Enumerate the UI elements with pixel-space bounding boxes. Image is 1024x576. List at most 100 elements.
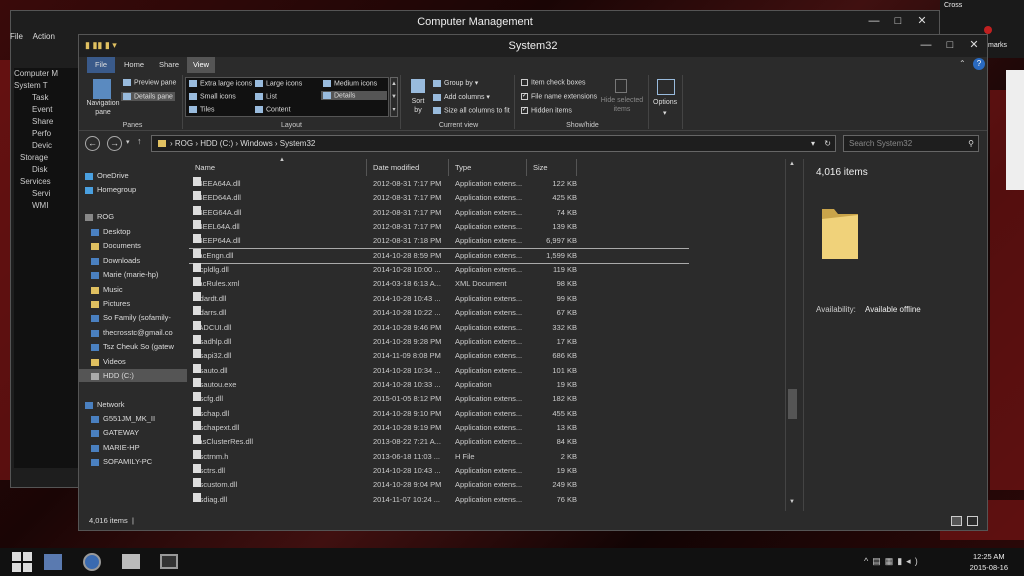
cm-tree-item[interactable]: Services xyxy=(14,176,80,188)
sort-by-button[interactable]: Sort by xyxy=(407,97,429,115)
tab-home[interactable]: Home xyxy=(119,57,149,73)
file-row[interactable]: rascustom.dll 2014-10-28 9:04 PM Applicati… xyxy=(189,478,689,492)
nav-item[interactable]: G551JM_MK_II xyxy=(79,412,187,425)
nav-item[interactable]: Marie (marie-hp) xyxy=(79,268,187,281)
tab-share[interactable]: Share xyxy=(153,57,185,73)
layout-list[interactable]: List xyxy=(255,93,277,100)
forward-button[interactable]: → xyxy=(107,136,122,151)
nav-item[interactable]: Network xyxy=(79,398,187,411)
options-dropdown-icon[interactable]: ▾ xyxy=(663,109,667,117)
background-scrollbar[interactable] xyxy=(1006,70,1024,190)
cm-tree-item[interactable]: System T xyxy=(14,80,80,92)
file-row[interactable]: rasautou.exe 2014-10-28 10:33 ... Applicat… xyxy=(189,377,689,392)
quick-access-toolbar[interactable]: ▮ ▮▮ ▮ ▾ xyxy=(85,40,117,51)
add-columns-button[interactable]: Add columns ▾ xyxy=(433,93,490,101)
nav-item[interactable]: Music xyxy=(79,283,187,296)
file-row[interactable]: rasdiag.dll 2014-11-07 10:24 ... Applicati… xyxy=(189,492,689,507)
file-row[interactable]: raschap.dll 2014-10-28 9:10 PM Application… xyxy=(189,406,689,421)
file-row[interactable]: RacRules.xml 2014-03-18 6:13 A... XML Docu… xyxy=(189,277,689,291)
search-input[interactable]: Search System32 ⚲ xyxy=(843,135,979,152)
hidden-items-checkbox[interactable]: ✓ Hidden items xyxy=(521,107,572,114)
ribbon-collapse-icon[interactable]: ⌃ xyxy=(959,59,966,68)
maximize-button[interactable]: □ xyxy=(939,37,961,53)
file-row[interactable]: RasClusterRes.dll 2013-08-22 7:21 A... App… xyxy=(189,435,689,449)
file-row[interactable]: R4EEG64A.dll 2012-08-31 7:17 PM Applicatio… xyxy=(189,205,689,220)
file-list[interactable]: Name Date modified Type Size ▲ R4EEA64A.… xyxy=(189,157,801,511)
nav-item[interactable]: MARIE-HP xyxy=(79,441,187,454)
options-button[interactable]: Options xyxy=(653,99,677,106)
nav-item[interactable]: ROG xyxy=(79,210,187,223)
nav-item[interactable]: So Family (sofamily- xyxy=(79,311,187,324)
breadcrumb-windows[interactable]: Windows xyxy=(240,139,272,148)
cm-tree-item[interactable]: Task xyxy=(14,92,80,104)
system-tray-icons[interactable]: ^▤▦▮◂) xyxy=(864,556,922,567)
cm-menu-file[interactable]: File xyxy=(10,32,23,41)
file-row[interactable]: rascfg.dll 2015-01-05 8:12 PM Application … xyxy=(189,392,689,406)
file-row[interactable]: raschapext.dll 2014-10-28 9:19 PM Applicat… xyxy=(189,420,689,435)
taskbar-app-remote[interactable] xyxy=(114,550,148,574)
nav-item[interactable]: Videos xyxy=(79,355,187,368)
breadcrumb-system32[interactable]: System32 xyxy=(280,139,316,148)
file-row[interactable]: R4EED64A.dll 2012-08-31 7:17 PM Applicatio… xyxy=(189,191,689,205)
layout-small-icons[interactable]: Small icons xyxy=(189,93,236,100)
nav-item[interactable]: Tsz Cheuk So (gatew xyxy=(79,340,187,353)
cm-tree[interactable]: Computer M System T Task Event Share Per… xyxy=(14,68,80,468)
file-row[interactable]: rasauto.dll 2014-10-28 10:34 ... Applicati… xyxy=(189,363,689,378)
file-row[interactable]: radardt.dll 2014-10-28 10:43 ... Applicati… xyxy=(189,291,689,306)
file-row[interactable]: R4EEA64A.dll 2012-08-31 7:17 PM Applicatio… xyxy=(189,177,689,191)
tab-view[interactable]: View xyxy=(187,57,215,73)
column-header-type[interactable]: Type xyxy=(451,159,527,176)
layout-medium-icons[interactable]: Medium icons xyxy=(323,80,377,87)
taskbar-app-computer-management[interactable] xyxy=(36,550,70,574)
minimize-button[interactable]: — xyxy=(915,37,937,53)
cm-tree-item[interactable]: Event xyxy=(14,104,80,116)
file-row[interactable]: R4EEL64A.dll 2012-08-31 7:17 PM Applicatio… xyxy=(189,220,689,234)
nav-item[interactable]: thecrosstc@gmail.co xyxy=(79,326,187,339)
breadcrumb-hdd[interactable]: HDD (C:) xyxy=(200,139,233,148)
details-pane-button[interactable]: Details pane xyxy=(121,92,175,102)
breadcrumb-rog[interactable]: ROG xyxy=(175,139,193,148)
hide-selected-items-button[interactable]: Hide selected items xyxy=(599,96,645,114)
file-row[interactable]: racpldlg.dll 2014-10-28 10:00 ... Applicat… xyxy=(189,263,689,277)
clock[interactable]: 12:25 AM 2015-08-16 xyxy=(970,551,1008,573)
cm-tree-item[interactable]: Storage xyxy=(14,152,80,164)
tab-file[interactable]: File xyxy=(87,57,115,73)
scroll-down-icon[interactable]: ▼ xyxy=(789,499,795,505)
nav-item[interactable]: Homegroup xyxy=(79,183,187,196)
address-dropdown-icon[interactable]: ▾ xyxy=(811,136,815,151)
up-button[interactable]: ↑ xyxy=(137,136,142,146)
explorer-window[interactable]: System32 ▮ ▮▮ ▮ ▾ — □ ✕ File Home Share … xyxy=(78,34,988,531)
cm-maximize-button[interactable]: □ xyxy=(887,13,909,29)
scroll-thumb[interactable] xyxy=(788,389,797,419)
scroll-up-icon[interactable]: ▲ xyxy=(789,161,795,167)
taskbar-app-globe[interactable] xyxy=(76,550,110,574)
cm-menu-action[interactable]: Action xyxy=(33,32,55,41)
column-header-date[interactable]: Date modified xyxy=(369,159,449,176)
close-button[interactable]: ✕ xyxy=(963,37,985,53)
nav-item[interactable]: Pictures xyxy=(79,297,187,310)
column-header-size[interactable]: Size xyxy=(529,159,577,176)
layout-details[interactable]: Details xyxy=(321,91,387,101)
layout-extra-large-icons[interactable]: Extra large icons xyxy=(189,80,252,87)
nav-item[interactable]: Downloads xyxy=(79,254,187,267)
file-row[interactable]: rasadhlp.dll 2014-10-28 9:28 PM Applicatio… xyxy=(189,334,689,349)
layout-gallery-scroll[interactable]: ▲ ▼ ▾ xyxy=(390,77,398,117)
cm-tree-item[interactable]: Disk xyxy=(14,164,80,176)
nav-item[interactable]: OneDrive xyxy=(79,169,187,182)
cm-tree-item[interactable]: Share xyxy=(14,116,80,128)
file-list-scrollbar[interactable]: ▲ ▼ xyxy=(785,159,799,511)
layout-tiles[interactable]: Tiles xyxy=(189,106,215,113)
start-button[interactable] xyxy=(6,550,40,574)
nav-item[interactable]: Desktop xyxy=(79,225,187,238)
recent-locations-icon[interactable]: ▾ xyxy=(126,138,130,146)
help-icon[interactable]: ? xyxy=(973,58,985,70)
file-row[interactable]: RADCUI.dll 2014-10-28 9:46 PM Application … xyxy=(189,320,689,335)
item-check-boxes-checkbox[interactable]: Item check boxes xyxy=(521,79,585,86)
nav-item[interactable]: Documents xyxy=(79,239,187,252)
cm-tree-item[interactable]: Servi xyxy=(14,188,80,200)
large-icons-view-toggle[interactable] xyxy=(967,516,978,526)
nav-item[interactable]: HDD (C:) xyxy=(79,369,187,382)
cm-tree-item[interactable]: WMI xyxy=(14,200,80,212)
address-bar[interactable]: › ROG › HDD (C:) › Windows › System32 ▾ … xyxy=(151,135,836,152)
file-row[interactable]: rasctrnm.h 2013-06-18 11:03 ... H File 2 KB xyxy=(189,449,689,464)
